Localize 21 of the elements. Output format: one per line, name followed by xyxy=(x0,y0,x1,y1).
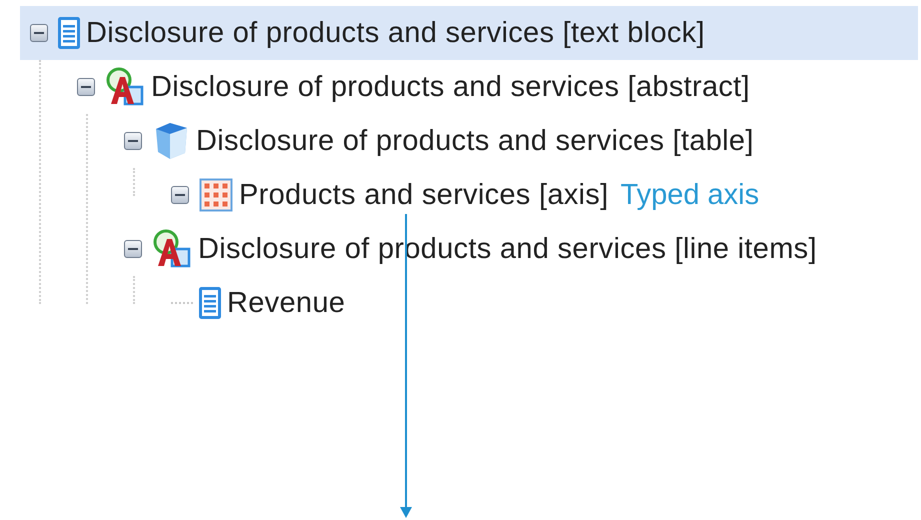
tree-row[interactable]: Products and services [axis] Typed axis xyxy=(161,168,918,222)
annotation-label: Typed axis xyxy=(620,178,760,212)
collapse-icon[interactable] xyxy=(77,78,95,96)
tree-row[interactable]: Revenue xyxy=(161,276,918,330)
grid-icon xyxy=(199,178,233,212)
collapse-icon[interactable] xyxy=(124,240,142,258)
collapse-icon[interactable] xyxy=(171,186,189,204)
abstract-icon xyxy=(105,67,145,107)
tree-row[interactable]: Disclosure of products and services [abstract] xyxy=(67,60,918,114)
tree-row[interactable]: Disclosure of products and services [text block] xyxy=(20,6,918,60)
collapse-icon[interactable] xyxy=(124,132,142,150)
node-label: Products and services [axis] xyxy=(239,178,608,212)
document-icon xyxy=(199,287,221,319)
document-icon xyxy=(58,17,80,49)
abstract-icon xyxy=(152,229,192,269)
tree-row[interactable]: Disclosure of products and services [table] xyxy=(114,114,918,168)
node-label: Revenue xyxy=(227,286,346,320)
node-label: Disclosure of products and services [text block] xyxy=(86,16,705,50)
node-label: Disclosure of products and services [abstract] xyxy=(151,70,750,104)
node-label: Disclosure of products and services [table] xyxy=(196,124,754,158)
collapse-icon[interactable] xyxy=(30,24,48,42)
